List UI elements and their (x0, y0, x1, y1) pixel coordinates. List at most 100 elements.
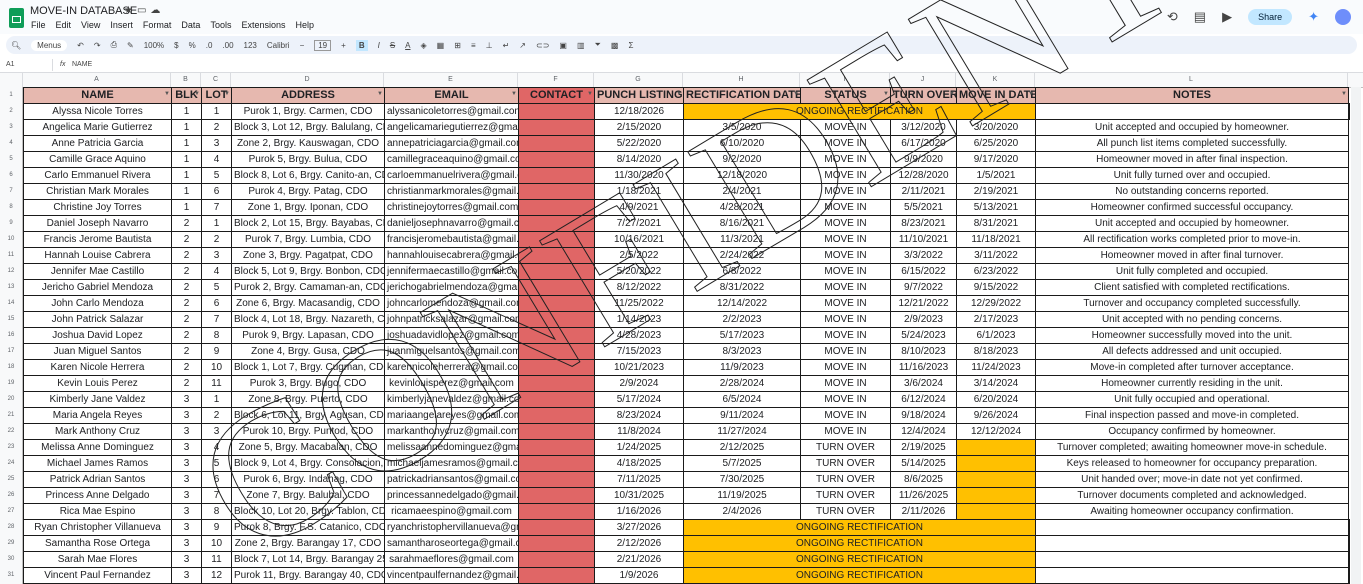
cell-address[interactable]: Zone 1, Brgy. Iponan, CDO (231, 199, 385, 216)
filter-dropdown-icon[interactable]: ▼ (377, 89, 383, 103)
cell-blk[interactable]: 2 (171, 375, 202, 392)
cell-rect[interactable]: 6/5/2024 (683, 391, 801, 408)
cell-address[interactable]: Purok 5, Brgy. Bulua, CDO (231, 151, 385, 168)
column-header-h[interactable]: H (683, 73, 800, 87)
cell-email[interactable]: michaeljamesramos@gmail.com (384, 455, 519, 472)
cell-blk[interactable]: 2 (171, 215, 202, 232)
header-cell[interactable]: ADDRESS ▼ (231, 87, 385, 104)
cell-movein[interactable]: 11/18/2021 (956, 231, 1036, 248)
cell-punch[interactable]: 4/18/2025 (594, 455, 684, 472)
wrap-icon[interactable]: ↵ (503, 41, 510, 50)
cell-address[interactable]: Zone 2, Brgy. Barangay 17, CDO (231, 535, 385, 552)
move-icon[interactable]: ▭ (137, 5, 150, 16)
valign-icon[interactable]: ⊥ (486, 41, 493, 50)
cell-punch[interactable]: 7/27/2021 (594, 215, 684, 232)
cell-notes[interactable]: Turnover completed; awaiting homeowner m… (1035, 439, 1349, 456)
cell-punch[interactable]: 5/17/2024 (594, 391, 684, 408)
bold-button[interactable]: B (355, 39, 368, 51)
cell-address[interactable]: Zone 7, Brgy. Balubal, CDO (231, 487, 385, 504)
cell-rect[interactable]: 8/31/2022 (683, 279, 801, 296)
cell-status[interactable]: ONGOING RECTIFICATION (683, 519, 1036, 536)
cell-notes[interactable]: Unit accepted and occupied by homeowner. (1035, 215, 1349, 232)
cell-lot[interactable]: 7 (201, 311, 232, 328)
cell-contact[interactable] (518, 263, 595, 280)
cell-punch[interactable]: 2/9/2024 (594, 375, 684, 392)
filter-views-icon[interactable]: ▩ (611, 41, 619, 50)
menu-item[interactable]: Edit (56, 20, 72, 30)
cell-lot[interactable]: 1 (201, 215, 232, 232)
column-header-l[interactable]: L (1035, 73, 1348, 87)
cell-address[interactable]: Zone 3, Brgy. Pagatpat, CDO (231, 247, 385, 264)
cell-punch[interactable]: 1/18/2021 (594, 183, 684, 200)
cell-lot[interactable]: 12 (201, 567, 232, 584)
menu-item[interactable]: View (81, 20, 100, 30)
cell-address[interactable]: Purok 3, Brgy. Bugo, CDO (231, 375, 385, 392)
cell-contact[interactable] (518, 391, 595, 408)
cell-turnover[interactable]: 9/9/2020 (890, 151, 957, 168)
cell-blk[interactable]: 2 (171, 359, 202, 376)
cell-punch[interactable]: 2/21/2026 (594, 551, 684, 568)
cell-turnover[interactable]: 11/10/2021 (890, 231, 957, 248)
cell-address[interactable]: Block 8, Lot 6, Brgy. Canito-an, CDO (231, 167, 385, 184)
cell-address[interactable]: Block 3, Lot 12, Brgy. Balulang, CDO (231, 119, 385, 136)
increase-decimal-button[interactable]: .00 (222, 41, 233, 50)
cell-blk[interactable]: 3 (171, 551, 202, 568)
cell-contact[interactable] (518, 359, 595, 376)
cell-punch[interactable]: 3/27/2026 (594, 519, 684, 536)
cell-address[interactable]: Block 2, Lot 15, Brgy. Bayabas, CDO (231, 215, 385, 232)
cell-notes[interactable]: Awaiting homeowner occupancy confirmatio… (1035, 503, 1349, 520)
cell-movein[interactable] (956, 487, 1036, 504)
cell-address[interactable]: Purok 9, Brgy. Lapasan, CDO (231, 327, 385, 344)
cell-lot[interactable]: 6 (201, 471, 232, 488)
undo-icon[interactable]: ↶ (77, 41, 84, 50)
cell-turnover[interactable]: 12/21/2022 (890, 295, 957, 312)
cell-punch[interactable]: 10/21/2023 (594, 359, 684, 376)
cell-notes[interactable]: Move-in completed after turnover accepta… (1035, 359, 1349, 376)
cell-lot[interactable]: 1 (201, 103, 232, 120)
cell-notes[interactable]: Contractor currently resolving punch lis… (1348, 103, 1350, 120)
avatar[interactable] (1335, 9, 1351, 25)
cell-address[interactable]: Zone 4, Brgy. Gusa, CDO (231, 343, 385, 360)
column-header-a[interactable]: A (23, 73, 171, 87)
cell-status[interactable]: MOVE IN (800, 231, 891, 248)
filter-dropdown-icon[interactable]: ▼ (949, 89, 955, 103)
cell-status[interactable]: TURN OVER (800, 471, 891, 488)
cell-address[interactable]: Purok 2, Brgy. Camaman-an, CDO (231, 279, 385, 296)
cell-rect[interactable]: 9/2/2020 (683, 151, 801, 168)
cell-email[interactable]: christianmarkmorales@gmail.com (384, 183, 519, 200)
column-header-e[interactable]: E (384, 73, 518, 87)
header-cell[interactable]: BLK ▼ (171, 87, 202, 104)
cell-address[interactable]: Block 10, Lot 20, Brgy. Tablon, CDO (231, 503, 385, 520)
cell-name[interactable]: John Carlo Mendoza (23, 295, 172, 312)
formula-input[interactable]: NAME (72, 61, 92, 68)
cell-contact[interactable] (518, 199, 595, 216)
cell-name[interactable]: Vincent Paul Fernandez (23, 567, 172, 584)
cell-lot[interactable]: 9 (201, 343, 232, 360)
row-header[interactable]: 2 (0, 103, 22, 119)
cell-address[interactable]: Purok 1, Brgy. Carmen, CDO (231, 103, 385, 120)
cell-blk[interactable]: 3 (171, 471, 202, 488)
row-header[interactable]: 20 (0, 391, 22, 407)
cell-lot[interactable]: 1 (201, 391, 232, 408)
cell-contact[interactable] (518, 327, 595, 344)
cell-contact[interactable] (518, 295, 595, 312)
cell-punch[interactable]: 11/30/2020 (594, 167, 684, 184)
cell-lot[interactable]: 4 (201, 151, 232, 168)
cell-address[interactable]: Zone 8, Brgy. Puerto, CDO (231, 391, 385, 408)
cell-contact[interactable] (518, 183, 595, 200)
cell-name[interactable]: Kevin Louis Perez (23, 375, 172, 392)
cell-name[interactable]: Patrick Adrian Santos (23, 471, 172, 488)
cell-name[interactable]: Francis Jerome Bautista (23, 231, 172, 248)
cell-lot[interactable]: 5 (201, 279, 232, 296)
row-header[interactable]: 18 (0, 359, 22, 375)
cell-lot[interactable]: 3 (201, 135, 232, 152)
row-header[interactable]: 29 (0, 535, 22, 551)
cell-blk[interactable]: 1 (171, 183, 202, 200)
percent-button[interactable]: % (189, 41, 196, 50)
cell-punch[interactable]: 2/5/2022 (594, 247, 684, 264)
cell-rect[interactable]: 12/18/2020 (683, 167, 801, 184)
cell-email[interactable]: mariaangelareyes@gmail.com (384, 407, 519, 424)
cell-email[interactable]: juanmiguelsantos@gmail.com (384, 343, 519, 360)
cell-lot[interactable]: 3 (201, 247, 232, 264)
cell-name[interactable]: Maria Angela Reyes (23, 407, 172, 424)
